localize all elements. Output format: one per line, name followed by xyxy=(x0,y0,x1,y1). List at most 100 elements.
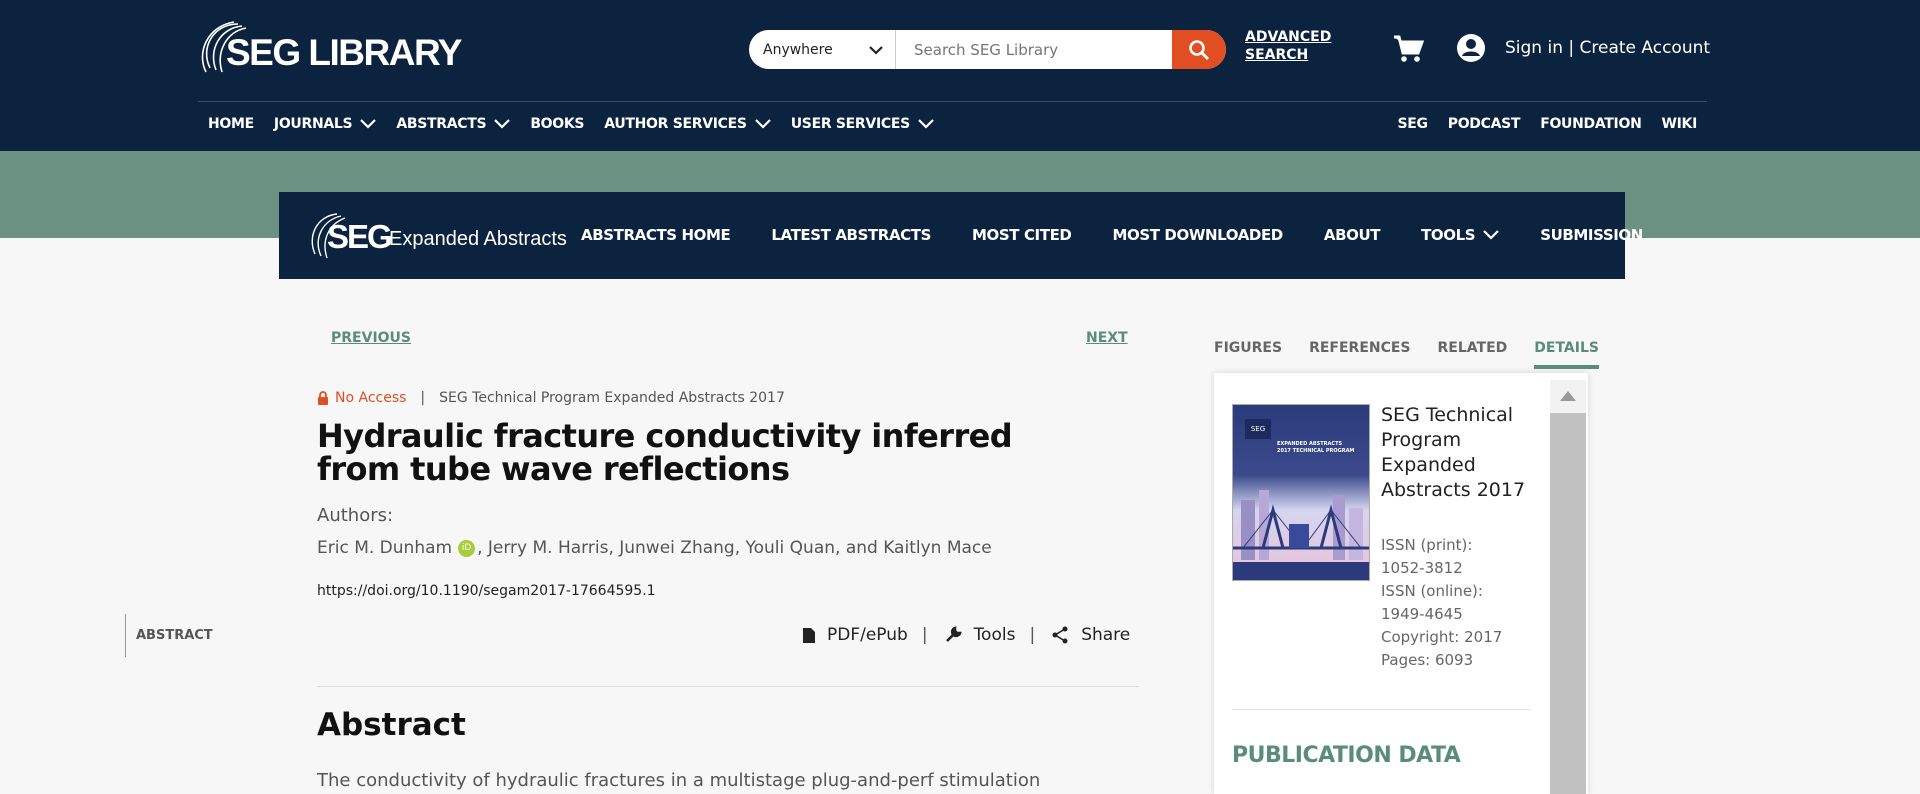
publication-meta: ISSN (print): 1052-3812 ISSN (online): 1… xyxy=(1381,534,1531,672)
doi-link[interactable]: https://doi.org/10.1190/segam2017-176645… xyxy=(317,583,656,599)
sublogo-text: Expanded Abstracts xyxy=(389,228,567,250)
share-icon xyxy=(1052,626,1068,644)
article-title: Hydraulic fracture conductivity inferred… xyxy=(317,417,1013,488)
book-cover-image[interactable]: SEG EXPANDED ABSTRACTS 2017 TECHNICAL PR… xyxy=(1232,404,1370,581)
search-bar: Anywhere xyxy=(749,30,1226,69)
sidebar-tabs: FIGURES REFERENCES RELATED DETAILS xyxy=(1214,340,1599,369)
action-separator: | xyxy=(921,625,928,645)
issn-online: 1949-4645 xyxy=(1381,605,1463,623)
tab-related[interactable]: RELATED xyxy=(1438,340,1508,369)
pdf-button[interactable]: PDF/ePub xyxy=(803,625,908,645)
nav-books[interactable]: BOOKS xyxy=(520,116,594,132)
author-link[interactable]: Eric M. Dunham xyxy=(317,538,452,558)
nav-author-services-label: AUTHOR SERVICES xyxy=(604,116,747,132)
scroll-up-arrow[interactable] xyxy=(1550,380,1586,412)
arrow-up-icon xyxy=(1560,391,1576,401)
nav-user-services-label: USER SERVICES xyxy=(790,116,910,132)
subnav-abstracts-home[interactable]: ABSTRACTS HOME xyxy=(581,226,731,244)
share-button[interactable]: Share xyxy=(1051,625,1130,645)
publication-title[interactable]: SEG Technical Program Expanded Abstracts… xyxy=(1381,403,1531,503)
publication-data-heading: PUBLICATION DATA xyxy=(1232,743,1461,768)
authors-label: Authors: xyxy=(317,505,394,526)
article-actions: PDF/ePub | Tools | Share xyxy=(803,625,1130,645)
expanded-abstracts-logo[interactable]: SEG Expanded Abstracts xyxy=(307,210,567,262)
abstract-text: The conductivity of hydraulic fractures … xyxy=(317,770,1041,791)
abstract-heading: Abstract xyxy=(317,707,466,743)
chevron-down-icon xyxy=(869,45,883,55)
nav-wiki[interactable]: WIKI xyxy=(1651,116,1707,132)
signin-link[interactable]: Sign in | Create Account xyxy=(1505,38,1710,58)
subnav-most-downloaded[interactable]: MOST DOWNLOADED xyxy=(1112,226,1283,244)
search-input[interactable] xyxy=(896,30,1172,69)
previous-link[interactable]: PREVIOUS xyxy=(331,330,411,346)
tab-details[interactable]: DETAILS xyxy=(1534,340,1599,369)
nav-seg[interactable]: SEG xyxy=(1388,116,1438,132)
tab-figures[interactable]: FIGURES xyxy=(1214,340,1282,369)
access-separator: | xyxy=(420,390,426,406)
issn-print-label: ISSN (print): xyxy=(1381,536,1473,554)
journal-nav: ABSTRACTS HOME LATEST ABSTRACTS MOST CIT… xyxy=(581,226,1684,244)
action-separator: | xyxy=(1029,625,1036,645)
tools-label: Tools xyxy=(973,625,1016,645)
nav-abstracts-label: ABSTRACTS xyxy=(396,116,487,132)
copyright: Copyright: 2017 xyxy=(1381,628,1503,646)
issn-print: 1052-3812 xyxy=(1381,559,1463,577)
access-status: No Access xyxy=(335,390,407,406)
main-nav: HOME JOURNALS ABSTRACTS BOOKS AUTHOR SER… xyxy=(198,116,944,132)
cart-icon[interactable] xyxy=(1392,34,1425,68)
orcid-icon[interactable]: iD xyxy=(458,539,476,557)
seg-library-logo[interactable]: SEG LIBRARY xyxy=(198,18,462,82)
subnav-tools-label: TOOLS xyxy=(1421,226,1476,244)
account-icon[interactable] xyxy=(1456,33,1486,67)
subnav-most-cited[interactable]: MOST CITED xyxy=(972,226,1072,244)
next-link[interactable]: NEXT xyxy=(1086,330,1128,346)
side-nav-abstract[interactable]: ABSTRACT xyxy=(125,614,213,657)
cover-title: EXPANDED ABSTRACTS 2017 TECHNICAL PROGRA… xyxy=(1277,441,1355,454)
panel-divider xyxy=(1232,709,1530,710)
subnav-tools[interactable]: TOOLS xyxy=(1421,226,1499,244)
tab-references[interactable]: REFERENCES xyxy=(1309,340,1410,369)
chevron-down-icon xyxy=(1483,230,1499,240)
content-divider xyxy=(317,686,1139,687)
pages: Pages: 6093 xyxy=(1381,651,1474,669)
bridge-illustration xyxy=(1233,490,1369,580)
subnav-about[interactable]: ABOUT xyxy=(1324,226,1381,244)
advanced-search-line1: ADVANCED xyxy=(1245,29,1332,45)
site-header: SEG LIBRARY Anywhere ADVANCED SEARCH Sig… xyxy=(0,0,1920,151)
scrollbar-thumb[interactable] xyxy=(1550,413,1586,794)
cover-seg-tag: SEG xyxy=(1245,419,1271,439)
chevron-down-icon xyxy=(360,119,377,129)
issn-online-label: ISSN (online): xyxy=(1381,582,1483,600)
advanced-search-line2: SEARCH xyxy=(1245,47,1309,63)
nav-foundation[interactable]: FOUNDATION xyxy=(1530,116,1651,132)
tools-button[interactable]: Tools xyxy=(944,625,1016,645)
nav-podcast[interactable]: PODCAST xyxy=(1438,116,1530,132)
chevron-down-icon xyxy=(494,119,511,129)
advanced-search-link[interactable]: ADVANCED SEARCH xyxy=(1245,28,1331,64)
chevron-down-icon xyxy=(918,119,934,129)
sublogo-seg: SEG xyxy=(327,218,393,255)
source-link[interactable]: SEG Technical Program Expanded Abstracts… xyxy=(439,390,785,406)
nav-home[interactable]: HOME xyxy=(198,116,264,132)
wrench-icon xyxy=(945,626,962,642)
nav-abstracts[interactable]: ABSTRACTS xyxy=(386,116,520,132)
search-icon xyxy=(1189,39,1210,60)
search-scope-select[interactable]: Anywhere xyxy=(749,30,896,69)
nav-books-label: BOOKS xyxy=(530,116,585,132)
nav-home-label: HOME xyxy=(208,116,254,132)
nav-journals-label: JOURNALS xyxy=(273,116,353,132)
nav-author-services[interactable]: AUTHOR SERVICES xyxy=(594,116,781,132)
author-links[interactable]: , Jerry M. Harris, Junwei Zhang, Youli Q… xyxy=(477,538,992,558)
access-line: No Access | SEG Technical Program Expand… xyxy=(317,390,785,406)
document-icon xyxy=(803,627,815,643)
search-scope-value: Anywhere xyxy=(763,41,833,58)
nav-journals[interactable]: JOURNALS xyxy=(264,116,386,132)
lock-icon xyxy=(318,391,328,405)
nav-user-services[interactable]: USER SERVICES xyxy=(781,116,944,132)
pdf-label: PDF/ePub xyxy=(827,625,908,645)
subnav-submission[interactable]: SUBMISSION xyxy=(1540,226,1643,244)
secondary-nav: SEG PODCAST FOUNDATION WIKI xyxy=(1388,116,1708,132)
journal-header: SEG Expanded Abstracts ABSTRACTS HOME LA… xyxy=(279,192,1643,279)
search-button[interactable] xyxy=(1172,30,1226,69)
subnav-latest-abstracts[interactable]: LATEST ABSTRACTS xyxy=(771,226,931,244)
